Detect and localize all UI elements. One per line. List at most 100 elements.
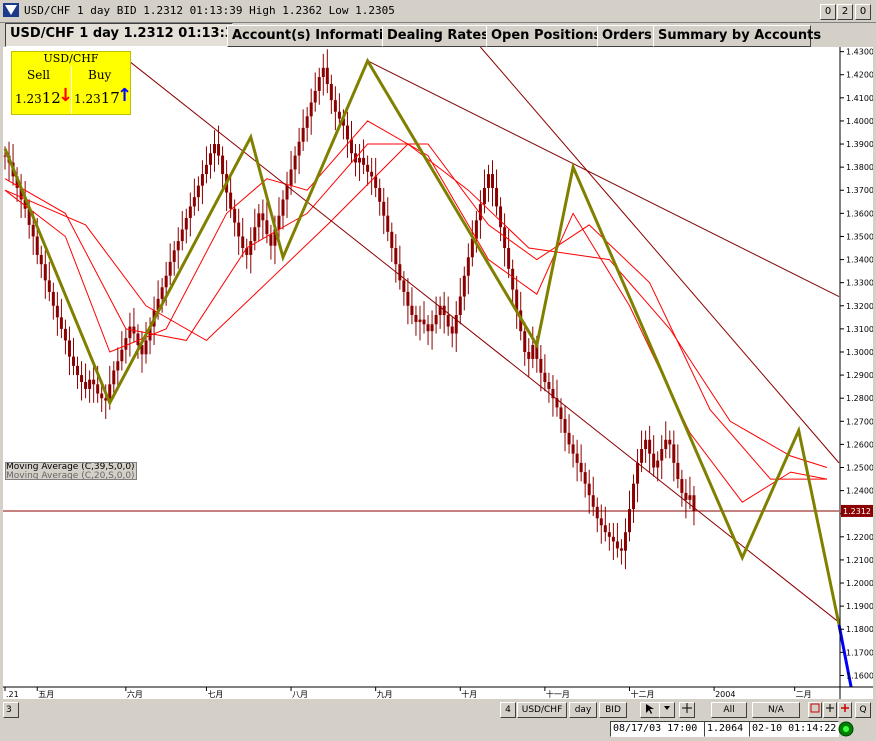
price-tick-label: 1.2600	[846, 440, 873, 449]
price-tick-label: 1.4000	[846, 117, 873, 126]
range-all-button[interactable]: All	[711, 702, 747, 718]
time-tick-label: 十二月	[630, 689, 654, 699]
zoom-out-button[interactable]	[808, 702, 822, 718]
close-button[interactable]: 0	[855, 4, 871, 20]
candle-body	[390, 231, 394, 249]
candle-body	[527, 351, 531, 359]
quote-box[interactable]: USD/CHF Sell Buy 1.2312 ↓ 1.2317 ↑	[11, 51, 132, 115]
candle-body	[688, 495, 692, 500]
candle-body	[615, 541, 619, 549]
price-tick-label: 1.4100	[846, 94, 873, 103]
crosshair-button[interactable]	[679, 702, 695, 718]
buy-label[interactable]: Buy	[88, 68, 111, 82]
candle-body	[253, 227, 257, 242]
minimize-button[interactable]: 0	[820, 4, 836, 20]
candle-body	[208, 153, 212, 165]
tab-orders[interactable]: Orders	[597, 25, 655, 47]
candle-body	[567, 432, 571, 445]
candle-body	[297, 141, 301, 156]
candle-body	[39, 254, 43, 265]
candle-body	[164, 275, 168, 288]
sell-price-main: 1.23	[15, 92, 42, 106]
candle-body	[446, 315, 450, 327]
candle-body	[120, 349, 124, 362]
candle-body	[67, 340, 71, 357]
price-tick-label: 1.3600	[846, 209, 873, 218]
tab-account-information[interactable]: Account(s) Information	[227, 25, 402, 47]
price-tick-label: 1.2200	[846, 533, 873, 542]
candle-body	[632, 483, 636, 510]
price-tick-label: 1.3700	[846, 186, 873, 195]
candle-body	[579, 462, 583, 473]
candle-body	[277, 215, 281, 230]
candle-body	[128, 326, 132, 339]
candle-body	[321, 67, 325, 78]
sell-price[interactable]: 1.2312	[15, 89, 61, 107]
buy-price-main: 1.23	[74, 92, 101, 106]
tool-dropdown-button[interactable]	[659, 702, 675, 718]
sell-label[interactable]: Sell	[27, 68, 50, 82]
candle-body	[623, 532, 627, 551]
candle-body	[301, 127, 305, 142]
candle-body	[168, 261, 172, 276]
time-tick-label: 五月	[38, 690, 54, 699]
candle-body	[619, 548, 623, 551]
page-number[interactable]: 3	[3, 702, 19, 718]
scroll-button[interactable]	[823, 702, 837, 718]
tab-summary-by-accounts[interactable]: Summary by Accounts	[653, 25, 821, 47]
candle-body	[249, 241, 253, 255]
candle-body	[124, 338, 128, 350]
price-chart[interactable]: 1.4300 1.4200 1.4100 1.4000 1.3900 1.3800 1.37…	[3, 47, 873, 699]
candle-body	[51, 291, 55, 306]
candle-body	[329, 83, 333, 101]
candle-body	[563, 418, 567, 433]
candle-body	[648, 439, 652, 454]
zigzag	[3, 57, 853, 688]
candle-body	[337, 111, 341, 119]
candle-body	[627, 509, 631, 533]
instrument-button[interactable]: USD/CHF	[517, 702, 567, 718]
price-tick-label: 1.1600	[846, 671, 873, 680]
indicator-legend[interactable]: Moving Average (C,39,S,0,0) Moving Avera…	[5, 462, 137, 480]
channel-line	[480, 47, 840, 464]
candle-body	[221, 155, 225, 175]
candle-body	[644, 439, 648, 450]
candle-body	[571, 444, 575, 454]
price-tick-label: 1.1900	[846, 602, 873, 611]
cursor-tool-button[interactable]	[640, 702, 660, 718]
buy-price[interactable]: 1.2317	[74, 89, 120, 107]
price-type-button[interactable]: BID	[599, 702, 627, 718]
tab-chart[interactable]: USD/CHF 1 day 1.2312 01:13:39	[5, 23, 243, 47]
candle-body	[293, 155, 297, 170]
candle-body	[184, 217, 188, 230]
candle-body	[676, 462, 680, 480]
candle-body	[547, 382, 551, 389]
channel-line	[125, 58, 840, 623]
candle-body	[92, 379, 96, 385]
zoom-in-button[interactable]	[838, 702, 852, 718]
chart-area[interactable]: 1.4300 1.4200 1.4100 1.4000 1.3900 1.3800 1.37…	[3, 47, 873, 699]
timeframe-button[interactable]: day	[569, 702, 597, 718]
count-button[interactable]: 4	[500, 702, 516, 718]
candle-body	[511, 268, 515, 290]
candle-body	[358, 157, 362, 163]
price-tick-label: 1.2700	[846, 417, 873, 426]
price-tick-label: 1.3300	[846, 279, 873, 288]
tab-bar: USD/CHF 1 day 1.2312 01:13:39 Account(s)…	[0, 23, 876, 47]
candle-body	[418, 319, 422, 322]
candle-body	[684, 492, 688, 500]
candle-body	[523, 331, 527, 352]
candle-body	[192, 197, 196, 207]
tab-open-positions[interactable]: Open Positions	[486, 25, 601, 47]
price-tick-label: 1.3100	[846, 325, 873, 334]
quick-button[interactable]: Q	[855, 702, 871, 718]
candle-body	[426, 324, 430, 332]
time-tick-label: 九月	[377, 690, 393, 699]
tab-dealing-rates[interactable]: Dealing Rates	[382, 25, 489, 47]
candle-body	[398, 264, 402, 281]
candle-body	[599, 518, 603, 526]
range-na-button[interactable]: N/A	[752, 702, 800, 718]
restore-button[interactable]: 2	[837, 4, 853, 20]
price-tick-label: 1.2400	[846, 487, 873, 496]
candle-body	[88, 379, 92, 389]
